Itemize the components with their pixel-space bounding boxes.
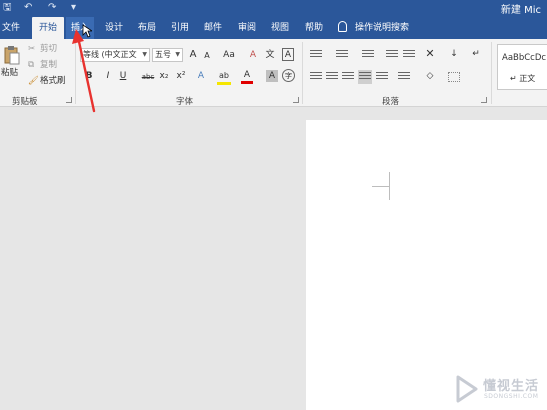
group-divider	[302, 42, 303, 104]
watermark-logo-icon	[456, 375, 478, 403]
document-page[interactable]	[306, 120, 547, 410]
font-size-combobox[interactable]: 五号 ▼	[152, 48, 183, 62]
justify-icon[interactable]	[358, 70, 372, 84]
enclose-characters-button[interactable]: 字	[282, 69, 295, 82]
subscript-button[interactable]: x₂	[158, 70, 170, 82]
clear-formatting-button[interactable]: A	[247, 49, 259, 61]
watermark-brand: 懂视生活	[483, 379, 540, 394]
font-color-button[interactable]: A	[241, 69, 253, 84]
undo-icon[interactable]: ↶	[24, 2, 32, 14]
multilevel-list-icon[interactable]	[362, 50, 374, 60]
sort-icon[interactable]: ↓	[448, 48, 460, 60]
paste-button[interactable]: 粘贴	[1, 68, 18, 79]
superscript-button[interactable]: x²	[175, 70, 187, 82]
font-group-label: 字体	[176, 97, 194, 107]
shrink-font-button[interactable]: A	[201, 50, 213, 62]
tab-review[interactable]: 审阅	[236, 17, 258, 39]
watermark-sub: SDONGSHI.COM	[484, 393, 539, 400]
bullets-icon[interactable]	[310, 50, 322, 60]
tab-references[interactable]: 引用	[169, 17, 191, 39]
styles-gallery[interactable]: AaBbCcDc ↵ 正文	[497, 44, 547, 90]
italic-button[interactable]: I	[102, 70, 114, 82]
copy-button[interactable]: 复制	[40, 60, 57, 71]
tab-help[interactable]: 帮助	[303, 17, 325, 39]
cut-button[interactable]: 剪切	[40, 44, 57, 55]
character-border-button[interactable]: A	[282, 48, 294, 61]
font-name-combobox[interactable]: 等线 (中文正文 ▼	[80, 48, 150, 62]
style-normal-label: ↵ 正文	[510, 74, 536, 83]
character-shading-button[interactable]: A	[266, 70, 278, 82]
title-bar: 🖫 ↶ ↷ ▾ 新建 Mic	[0, 0, 547, 17]
change-case-button[interactable]: Aa	[221, 49, 237, 61]
tab-mailings[interactable]: 邮件	[202, 17, 224, 39]
tab-file[interactable]: 文件	[0, 17, 22, 39]
borders-icon[interactable]	[448, 72, 460, 82]
phonetic-guide-button[interactable]: 文	[264, 49, 276, 61]
highlight-color-button[interactable]: ab	[217, 70, 231, 85]
mouse-pointer-icon	[82, 24, 92, 38]
copy-icon: ⧉	[28, 60, 35, 70]
bold-button[interactable]: B	[83, 70, 95, 82]
watermark: 懂视生活 SDONGSHI.COM	[449, 373, 547, 405]
group-divider	[491, 42, 492, 104]
grow-font-button[interactable]: A	[187, 49, 199, 61]
paste-icon[interactable]	[4, 45, 20, 65]
document-title: 新建 Mic	[500, 5, 541, 16]
decrease-indent-icon[interactable]	[386, 50, 398, 60]
font-size-value: 五号	[155, 50, 171, 59]
align-left-icon[interactable]	[310, 72, 322, 82]
show-marks-icon[interactable]: ↵	[470, 48, 482, 60]
group-divider	[75, 42, 76, 104]
style-sample-text: AaBbCcDc	[502, 53, 547, 63]
paragraph-group-label: 段落	[382, 97, 400, 107]
text-effects-button[interactable]: A	[195, 70, 207, 82]
text-cursor-corner-mark	[372, 172, 394, 202]
tab-design[interactable]: 设计	[103, 17, 125, 39]
cut-icon: ✂	[28, 44, 36, 54]
align-right-icon[interactable]	[342, 72, 354, 82]
tell-me-search[interactable]: 操作说明搜索	[338, 17, 409, 39]
numbering-icon[interactable]	[336, 50, 348, 60]
lightbulb-icon	[338, 21, 347, 32]
shading-icon[interactable]: ◇	[424, 70, 436, 82]
font-dialog-launcher-icon[interactable]	[293, 97, 299, 103]
paragraph-dialog-launcher-icon[interactable]	[481, 97, 487, 103]
strikethrough-button[interactable]: abc	[140, 71, 156, 83]
font-name-value: 等线 (中文正文	[83, 50, 137, 59]
customize-quick-access-icon[interactable]: ▾	[71, 2, 76, 14]
chevron-down-icon: ▼	[142, 51, 147, 58]
chevron-down-icon: ▼	[175, 51, 180, 58]
format-painter-button[interactable]: 格式刷	[40, 76, 66, 87]
line-spacing-icon[interactable]	[398, 72, 410, 82]
underline-button[interactable]: U	[117, 70, 129, 82]
tell-me-label: 操作说明搜索	[355, 23, 410, 33]
clipboard-dialog-launcher-icon[interactable]	[66, 97, 72, 103]
ribbon-home: 粘贴 ✂ 剪切 ⧉ 复制 🖌 格式刷 剪贴板 等线 (中文正文 ▼ 五号 ▼ A A…	[0, 39, 547, 107]
tab-home[interactable]: 开始	[32, 17, 64, 39]
distributed-icon[interactable]	[376, 72, 388, 82]
align-center-icon[interactable]	[326, 72, 338, 82]
chinese-layout-icon[interactable]: ✕	[424, 48, 436, 60]
tab-layout[interactable]: 布局	[136, 17, 158, 39]
redo-icon[interactable]: ↷	[48, 2, 56, 14]
increase-indent-icon[interactable]	[403, 50, 415, 60]
save-icon[interactable]: 🖫	[3, 2, 12, 14]
clipboard-group-label: 剪贴板	[12, 97, 38, 107]
tab-view[interactable]: 视图	[269, 17, 291, 39]
format-painter-icon: 🖌	[28, 76, 39, 86]
